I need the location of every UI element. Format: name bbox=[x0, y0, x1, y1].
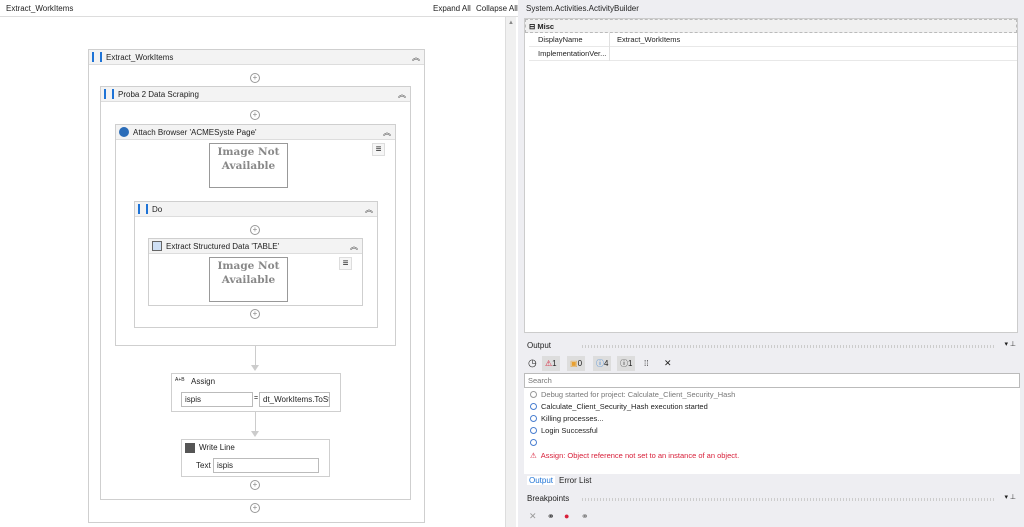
toggle-breakpoint-icon[interactable]: ⚭ bbox=[547, 511, 555, 522]
vertical-scrollbar[interactable]: ▲ bbox=[505, 17, 516, 527]
log-line: Login Successful bbox=[530, 426, 598, 435]
collapse-icon[interactable]: ︽ bbox=[412, 52, 420, 63]
connector-arrow bbox=[251, 365, 259, 371]
sequence-icon bbox=[104, 89, 114, 99]
enable-breakpoints-icon[interactable]: ● bbox=[564, 511, 569, 521]
sequence-icon bbox=[138, 204, 148, 214]
log-line: Killing processes... bbox=[530, 414, 604, 423]
activity-title: Extract Structured Data 'TABLE' bbox=[166, 241, 280, 251]
log-line-error: ⚠ Assign: Object reference not set to an … bbox=[530, 451, 740, 460]
connector-line bbox=[255, 412, 256, 432]
properties-title: System.Activities.ActivityBuilder bbox=[526, 4, 639, 13]
equals-sign: = bbox=[254, 395, 259, 402]
info-filter[interactable]: ⓘ4 bbox=[593, 356, 612, 371]
search-input[interactable] bbox=[524, 373, 1020, 388]
breadcrumb[interactable]: Extract_WorkItems bbox=[6, 4, 73, 13]
disable-breakpoints-icon[interactable]: ⚭ bbox=[581, 511, 589, 522]
output-title: Output bbox=[527, 341, 552, 350]
log-line: Debug started for project: Calculate_Cli… bbox=[530, 390, 735, 399]
expand-all-button[interactable]: Expand All bbox=[433, 4, 471, 13]
property-name: ImplementationVer... bbox=[538, 49, 607, 58]
clock-icon[interactable]: ◷ bbox=[528, 358, 537, 369]
add-activity-plus-icon[interactable]: + bbox=[250, 503, 260, 513]
assign-to-input[interactable]: ispis bbox=[181, 392, 253, 407]
write-line-text-input[interactable]: ispis bbox=[213, 458, 319, 473]
workflow-designer: Extract_WorkItems Expand All Collapse Al… bbox=[0, 0, 518, 527]
collapse-icon[interactable]: ︽ bbox=[398, 89, 406, 100]
trace-icon: ⓘ bbox=[620, 359, 628, 368]
menu-icon[interactable]: ≡ bbox=[372, 143, 385, 156]
image-not-available: Image Not Available bbox=[209, 257, 288, 302]
collapse-icon[interactable]: ︽ bbox=[383, 127, 391, 138]
panel-pin-icon[interactable]: ▾ ⊥ bbox=[1004, 340, 1016, 348]
collapse-all-button[interactable]: Collapse All bbox=[476, 4, 518, 13]
activity-title: Attach Browser 'ACMESyste Page' bbox=[133, 127, 257, 137]
warnings-filter[interactable]: ▣0 bbox=[567, 356, 586, 371]
output-log: Debug started for project: Calculate_Cli… bbox=[524, 388, 1020, 474]
sequence-icon bbox=[92, 52, 102, 62]
tab-error-list[interactable]: Error List bbox=[559, 476, 591, 485]
delete-breakpoint-icon[interactable]: ✕ bbox=[529, 511, 537, 522]
text-label: Text bbox=[196, 461, 211, 470]
info-icon: ⓘ bbox=[596, 359, 604, 368]
property-grid: ⊟ Misc DisplayName Extract_WorkItems Impl… bbox=[524, 18, 1018, 333]
property-name: DisplayName bbox=[538, 35, 583, 44]
property-row[interactable]: DisplayName Extract_WorkItems bbox=[529, 33, 1017, 47]
table-icon bbox=[152, 241, 162, 251]
collapse-lines-icon[interactable]: ⁞⁞ bbox=[644, 359, 648, 368]
breakpoints-title: Breakpoints bbox=[527, 494, 570, 503]
collapse-icon[interactable]: ︽ bbox=[350, 241, 358, 252]
activity-title: Extract_WorkItems bbox=[106, 52, 174, 62]
errors-filter[interactable]: ⚠1 bbox=[542, 356, 560, 371]
write-line-icon bbox=[185, 442, 195, 453]
trace-filter[interactable]: ⓘ1 bbox=[617, 356, 636, 371]
activity-title: Write Line bbox=[199, 443, 235, 452]
tab-output[interactable]: Output bbox=[527, 476, 556, 485]
log-line: Calculate_Client_Security_Hash execution… bbox=[530, 402, 708, 411]
clear-icon[interactable]: ✕ bbox=[664, 358, 672, 369]
connector-arrow bbox=[251, 431, 259, 437]
add-activity-plus-icon[interactable]: + bbox=[250, 225, 260, 235]
activity-title: Do bbox=[152, 204, 163, 214]
activity-title: Assign bbox=[191, 377, 216, 386]
output-panel: Output ▾ ⊥ ◷ ⚠1 ▣0 ⓘ4 ⓘ1 ⁞⁞ ✕ Debug star… bbox=[522, 338, 1024, 490]
assign-icon: A+B bbox=[175, 376, 185, 383]
connector-line bbox=[255, 346, 256, 366]
activity-title: Proba 2 Data Scraping bbox=[118, 89, 199, 99]
image-not-available: Image Not Available bbox=[209, 143, 288, 188]
breakpoints-panel: Breakpoints ▾ ⊥ ✕ ⚭ ● ⚭ bbox=[522, 492, 1024, 527]
add-activity-plus-icon[interactable]: + bbox=[250, 73, 260, 83]
add-activity-plus-icon[interactable]: + bbox=[250, 110, 260, 120]
warning-icon: ▣ bbox=[570, 359, 578, 368]
panel-pin-icon[interactable]: ▾ ⊥ bbox=[1004, 493, 1016, 501]
designer-header: Extract_WorkItems Expand All Collapse Al… bbox=[0, 0, 518, 17]
property-value[interactable]: Extract_WorkItems bbox=[617, 33, 680, 47]
category-misc[interactable]: ⊟ Misc bbox=[525, 19, 1017, 33]
globe-icon bbox=[119, 127, 129, 137]
log-line bbox=[530, 438, 541, 447]
property-row[interactable]: ImplementationVer... bbox=[529, 47, 1017, 61]
category-label: Misc bbox=[537, 22, 555, 31]
assign-value-input[interactable]: dt_WorkItems.ToSt bbox=[259, 392, 330, 407]
menu-icon[interactable]: ≡ bbox=[339, 257, 352, 270]
error-icon: ⚠ bbox=[530, 451, 537, 460]
collapse-icon[interactable]: ︽ bbox=[365, 204, 373, 215]
add-activity-plus-icon[interactable]: + bbox=[250, 309, 260, 319]
add-activity-plus-icon[interactable]: + bbox=[250, 480, 260, 490]
